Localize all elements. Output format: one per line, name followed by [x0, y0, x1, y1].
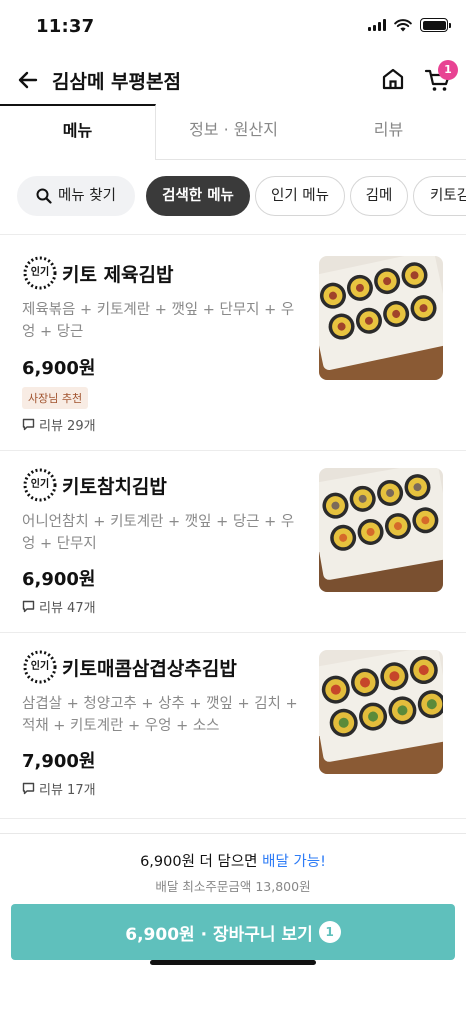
battery-icon — [420, 18, 451, 32]
chip-searched-menu[interactable]: 검색한 메뉴 — [146, 176, 250, 216]
view-cart-count: 1 — [318, 921, 341, 943]
review-count-label: 리뷰 47개 — [39, 601, 96, 616]
status-bar: 11:37 — [0, 0, 466, 56]
review-count-label: 리뷰 17개 — [39, 783, 96, 798]
item-title-row: 인기 키토참치김밥 — [22, 467, 167, 503]
item-price: 6,900원 — [22, 358, 96, 379]
status-icons — [368, 18, 451, 32]
view-cart-button[interactable]: 6,900원 · 장바구니 보기 1 — [11, 904, 455, 960]
item-price: 6,900원 — [22, 569, 96, 590]
cellular-signal-icon — [368, 19, 386, 31]
menu-search-chip[interactable]: 메뉴 찾기 — [17, 176, 135, 216]
app-header: 김삼메 부평본점 1 — [0, 56, 466, 104]
search-icon — [36, 188, 52, 204]
category-chips: 메뉴 찾기 검색한 메뉴 인기 메뉴 김메 키토김 — [0, 176, 466, 218]
view-cart-label: 6,900원 · 장바구니 보기 — [125, 924, 313, 945]
item-photo — [319, 256, 443, 380]
store-tabs: 메뉴 정보 · 원산지 리뷰 — [0, 104, 466, 160]
item-price: 7,900원 — [22, 751, 96, 772]
item-description: 삼겹살 + 청양고추 + 상추 + 깻잎 + 김치 + 적채 + 키토계란 + … — [22, 696, 298, 734]
item-name: 키토 제육김밥 — [62, 263, 174, 286]
review-count: 리뷰 29개 — [22, 415, 96, 434]
item-title-row: 인기 키토매콤삼겹상추김밥 — [22, 649, 237, 685]
item-photo — [319, 468, 443, 592]
tab-reviews[interactable]: 리뷰 — [311, 104, 466, 160]
chip-popular-menu[interactable]: 인기 메뉴 — [255, 176, 345, 216]
speech-bubble-icon — [22, 418, 35, 431]
popular-badge-label: 인기 — [30, 479, 50, 490]
speech-bubble-icon — [22, 782, 35, 795]
speech-bubble-icon — [22, 600, 35, 613]
divider — [0, 818, 466, 819]
bottom-cart-panel: 6,900원 더 담으면 배달 가능! 배달 최소주문금액 13,800원 6,… — [0, 833, 466, 1009]
popular-badge-label: 인기 — [30, 267, 50, 278]
back-arrow-icon[interactable] — [14, 66, 42, 94]
tab-menu[interactable]: 메뉴 — [0, 104, 156, 160]
menu-item[interactable]: 인기 키토 제육김밥 제육볶음 + 키토계란 + 깻잎 + 단무지 + 우엉 +… — [0, 235, 466, 449]
store-title: 김삼메 부평본점 — [52, 71, 181, 93]
menu-search-label: 메뉴 찾기 — [58, 188, 116, 204]
item-photo — [319, 650, 443, 774]
status-time: 11:37 — [36, 16, 95, 37]
chip-keto-kimbap[interactable]: 키토김 — [413, 176, 466, 216]
menu-item[interactable]: 인기 키토참치김밥 어니언참치 + 키토계란 + 깻잎 + 당근 + 우엉 + … — [0, 451, 466, 631]
delivery-available-label: 배달 가능! — [262, 854, 326, 870]
tab-info-origin[interactable]: 정보 · 원산지 — [156, 104, 311, 160]
home-indicator — [150, 960, 316, 965]
item-name: 키토참치김밥 — [62, 475, 167, 498]
add-more-amount: 6,900원 더 담으면 — [140, 854, 263, 870]
review-count: 리뷰 47개 — [22, 597, 96, 616]
cart-count-badge: 1 — [438, 60, 458, 80]
item-name: 키토매콤삼겹상추김밥 — [62, 657, 237, 680]
popular-badge: 인기 — [22, 255, 58, 291]
menu-item[interactable]: 인기 키토매콤삼겹상추김밥 삼겹살 + 청양고추 + 상추 + 깻잎 + 김치 … — [0, 633, 466, 818]
item-description: 어니언참치 + 키토계란 + 깻잎 + 당근 + 우엉 + 단무지 — [22, 514, 295, 552]
chip-kimme[interactable]: 김메 — [350, 176, 408, 216]
popular-badge: 인기 — [22, 649, 58, 685]
item-description: 제육볶음 + 키토계란 + 깻잎 + 단무지 + 우엉 + 당근 — [22, 302, 295, 340]
review-count: 리뷰 17개 — [22, 779, 96, 798]
review-count-label: 리뷰 29개 — [39, 419, 96, 434]
item-title-row: 인기 키토 제육김밥 — [22, 255, 174, 291]
owner-recommend-tag: 사장님 추천 — [22, 387, 89, 409]
popular-badge-label: 인기 — [30, 661, 50, 672]
home-icon[interactable] — [380, 66, 406, 92]
popular-badge: 인기 — [22, 467, 58, 503]
min-order-amount: 배달 최소주문금액 13,800원 — [155, 879, 311, 894]
add-more-message: 6,900원 더 담으면 배달 가능! — [0, 850, 466, 871]
wifi-icon — [394, 18, 412, 31]
